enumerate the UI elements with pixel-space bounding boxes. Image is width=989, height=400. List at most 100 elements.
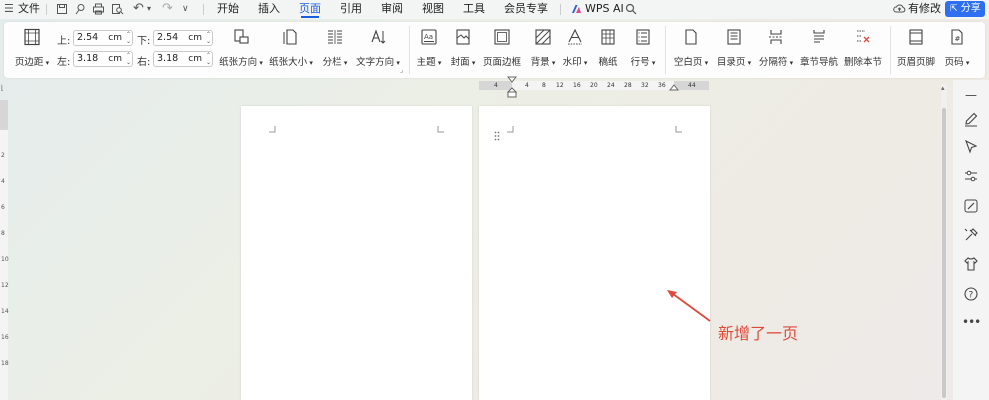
dropdown-arrow-icon: ▾ (702, 59, 709, 67)
page-number-button[interactable]: # 页码 ▾ (940, 28, 974, 68)
delete-section-button[interactable]: 删除本节 (842, 28, 884, 68)
tab-member[interactable]: 会员专享 (504, 0, 548, 19)
ruler-tick: 16 (1, 334, 9, 341)
cover-button[interactable]: 封面 ▾ (448, 28, 478, 68)
modified-status[interactable]: 有修改 (908, 0, 941, 19)
file-menu[interactable]: 文件 (18, 0, 40, 19)
page-border-icon (494, 29, 510, 45)
help-icon[interactable]: ? (962, 285, 980, 303)
tab-home[interactable]: 开始 (217, 0, 239, 19)
print-preview-icon[interactable] (111, 3, 124, 15)
columns-button[interactable]: 分栏 ▾ (318, 28, 352, 68)
export-icon[interactable] (74, 3, 86, 15)
more-chevron-icon[interactable]: ∨ (182, 0, 189, 19)
orientation-button[interactable]: 纸张方向 ▾ (218, 28, 264, 68)
unit-label: cm (108, 54, 122, 64)
dialog-launcher-icon[interactable]: ⌟ (400, 66, 403, 74)
image-edit-icon[interactable] (962, 197, 980, 215)
print-icon[interactable] (92, 3, 105, 15)
search-icon[interactable] (625, 3, 637, 15)
ruler-tick: 24 (607, 82, 615, 89)
spin-arrows-icon[interactable]: ⌃ ⌄ (126, 31, 131, 45)
indent-marker-icon[interactable] (507, 76, 517, 98)
line-number-button[interactable]: 行号 ▾ (628, 28, 658, 68)
edit-pen-icon[interactable] (962, 110, 980, 128)
margins-button[interactable]: 页边距 ▾ (12, 28, 52, 68)
right-margin-value: 3.18 (157, 53, 179, 64)
wps-ai-button[interactable]: WPS AI (585, 0, 624, 19)
separator-button[interactable]: 分隔符 ▾ (756, 28, 796, 68)
watermark-icon (568, 28, 582, 45)
separator-label: 分隔符 (758, 57, 788, 68)
style-shirt-icon[interactable] (962, 255, 980, 273)
select-cursor-icon[interactable] (962, 138, 980, 156)
ruler-tick: 20 (590, 82, 598, 89)
bottom-margin-input[interactable]: 2.54 cm ⌃ ⌄ (153, 30, 213, 46)
toc-page-button[interactable]: 目录页 ▾ (714, 28, 754, 68)
tab-view[interactable]: 视图 (422, 0, 444, 19)
tab-references[interactable]: 引用 (340, 0, 362, 19)
delete-section-icon (857, 30, 870, 43)
scrollbar-thumb[interactable] (942, 108, 946, 398)
ruler-tick: 8 (542, 82, 546, 89)
text-direction-button[interactable]: 文字方向 ▾ (354, 28, 402, 68)
header-footer-label: 页眉页脚 (896, 57, 935, 68)
spin-arrows-icon[interactable]: ⌃ ⌄ (206, 52, 211, 66)
ruler-tick: 28 (624, 82, 632, 89)
collapse-icon[interactable]: — (962, 86, 980, 104)
ruler-tick: 16 (573, 82, 581, 89)
cover-label: 封面 (450, 57, 470, 68)
ruler-tick: 36 (658, 82, 666, 89)
blank-page-button[interactable]: 空白页 ▾ (671, 28, 711, 68)
unit-label: cm (108, 33, 122, 43)
save-icon[interactable] (56, 3, 68, 15)
page-border-button[interactable]: 页面边框 (482, 28, 522, 68)
ruler-tick: 4 (525, 82, 529, 89)
left-margin-label: 左: (57, 57, 71, 68)
menu-bar: ☰ 文件 ↶ ▾ ↷ ∨ 开始 插入 页面 引用 审阅 视图 工具 会员专享 W… (0, 0, 989, 19)
dropdown-arrow-icon: ▾ (581, 59, 588, 67)
adjust-sliders-icon[interactable] (962, 167, 980, 185)
columns-label: 分栏 (322, 57, 342, 68)
right-side-panel: — ? ••• (953, 80, 989, 400)
divider (46, 4, 47, 15)
section-nav-button[interactable]: 章节导航 (798, 28, 840, 68)
dropdown-arrow-icon: ▾ (43, 59, 50, 67)
vertical-ruler[interactable]: 2 4 6 8 10 12 14 16 18 (0, 100, 9, 400)
right-margin-input[interactable]: 3.18 cm ⌃ ⌄ (153, 51, 213, 67)
left-margin-input[interactable]: 3.18 cm ⌃ ⌄ (73, 51, 133, 67)
header-footer-button[interactable]: 页眉页脚 (895, 28, 937, 68)
ruler-tick: 12 (556, 82, 564, 89)
top-margin-input[interactable]: 2.54 cm ⌃ ⌄ (73, 30, 133, 46)
paper-size-button[interactable]: 纸张大小 ▾ (268, 28, 314, 68)
more-options-icon[interactable]: ••• (962, 313, 981, 331)
watermark-button[interactable]: 水印 ▾ (560, 28, 590, 68)
spin-arrows-icon[interactable]: ⌃ ⌄ (126, 52, 131, 66)
cover-icon (456, 29, 470, 45)
hamburger-icon[interactable]: ☰ (4, 0, 14, 19)
theme-icon: Aa (421, 29, 437, 45)
paper-size-label: 纸张大小 (269, 57, 308, 68)
manuscript-button[interactable]: 稿纸 (596, 28, 620, 68)
ruler-tick: 12 (1, 282, 9, 289)
vertical-scrollbar[interactable]: ▴ (941, 84, 947, 400)
active-tab-indicator (301, 16, 319, 18)
right-indent-marker-icon[interactable] (669, 84, 679, 94)
share-button[interactable]: ⇱ 分享 (945, 1, 985, 17)
background-button[interactable]: 背景 ▾ (528, 28, 558, 68)
scroll-up-icon[interactable]: ▴ (941, 84, 945, 92)
drag-handle-icon[interactable] (494, 131, 500, 141)
tools-icon[interactable] (962, 226, 980, 244)
dropdown-arrow-icon: ▾ (649, 59, 656, 67)
tab-review[interactable]: 审阅 (381, 0, 403, 19)
document-page-1[interactable] (241, 106, 472, 400)
theme-button[interactable]: Aa 主题 ▾ (414, 28, 444, 68)
redo-icon[interactable]: ↷ (162, 0, 173, 19)
document-page-2[interactable] (479, 106, 710, 400)
margin-corner-mark (675, 126, 682, 133)
tab-insert[interactable]: 插入 (258, 0, 280, 19)
spin-arrows-icon[interactable]: ⌃ ⌄ (206, 31, 211, 45)
tab-tools[interactable]: 工具 (463, 0, 485, 19)
undo-icon[interactable]: ↶ (133, 0, 144, 19)
undo-dropdown-icon[interactable]: ▾ (147, 0, 151, 19)
